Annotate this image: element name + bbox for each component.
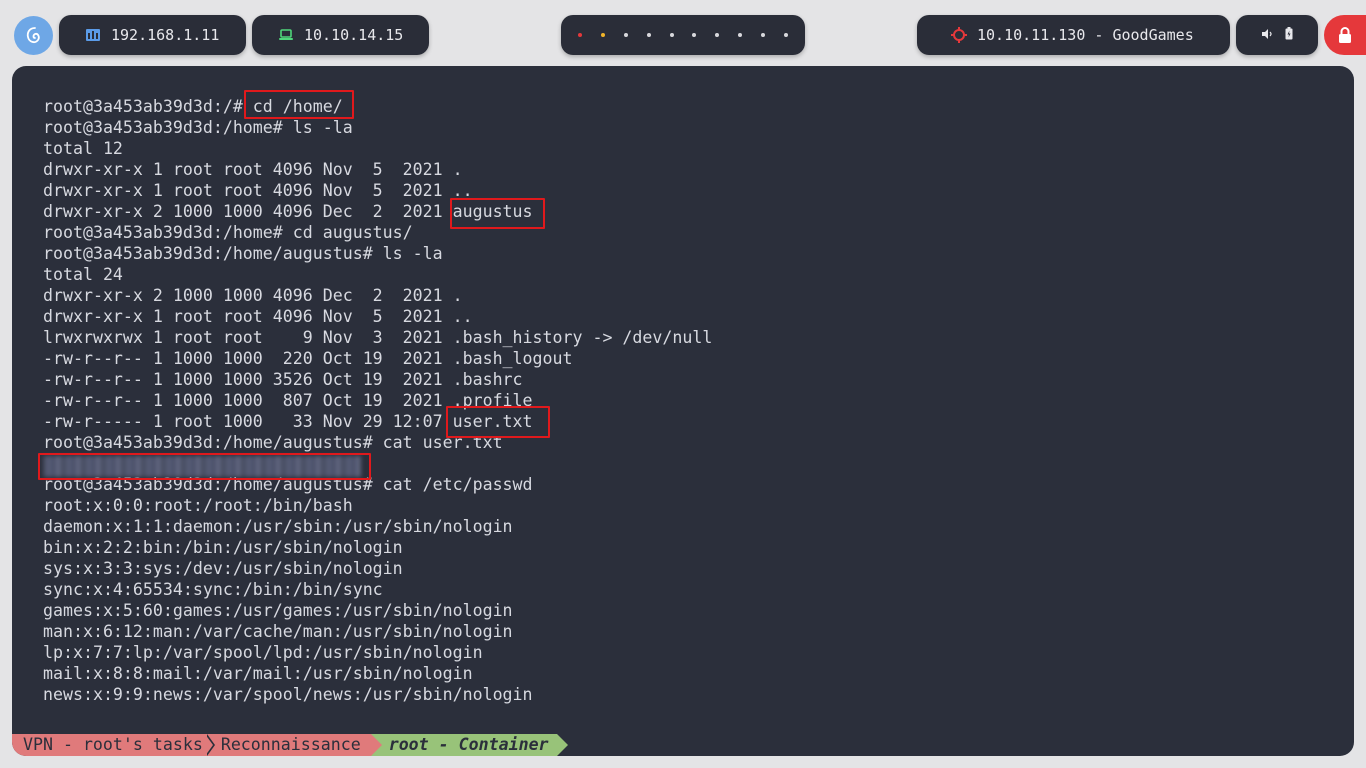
terminal-line: drwxr-xr-x 2 1000 1000 4096 Dec 2 2021 . [43,286,463,305]
workspace-dot[interactable] [578,33,583,37]
workspace-dot[interactable] [760,33,765,37]
highlight-flag [38,453,371,480]
window-tab-label: root - Container [388,735,549,754]
lock-button[interactable] [1324,15,1366,55]
debian-swirl-icon[interactable] [14,16,53,55]
workspace-dot[interactable] [601,33,606,37]
terminal-line: root:x:0:0:root:/root:/bin/bash [43,496,353,515]
target-label: 10.10.11.130 - GoodGames [977,26,1194,44]
terminal-line: root@3a453ab39d3d:/home# cd augustus/ [43,223,413,242]
terminal-line: drwxr-xr-x 1 root root 4096 Nov 5 2021 .… [43,307,473,326]
terminal-line: root@3a453ab39d3d:/# cd /home/ [43,97,343,116]
terminal-line: mail:x:8:8:mail:/var/mail:/usr/sbin/nolo… [43,664,473,683]
terminal-window[interactable]: root@3a453ab39d3d:/# cd /home/root@3a453… [12,66,1354,756]
terminal-line: drwxr-xr-x 1 root root 4096 Nov 5 2021 .… [43,181,473,200]
target-widget[interactable]: 10.10.11.130 - GoodGames [917,15,1230,55]
terminal-line: news:x:9:9:news:/var/spool/news:/usr/sbi… [43,685,533,704]
window-tab-container[interactable]: root - Container [370,734,568,756]
top-bar: 192.168.1.11 10.10.14.15 10.10.11.130 - … [0,0,1366,66]
terminal-line: sync:x:4:65534:sync:/bin:/bin/sync [43,580,383,599]
crosshair-icon [951,27,967,43]
vpn-ip-widget[interactable]: 10.10.14.15 [252,15,429,55]
terminal-line: sys:x:3:3:sys:/dev:/usr/sbin/nologin [43,559,403,578]
highlight-augustus [450,198,545,229]
workspace-dot[interactable] [692,33,697,37]
session-label: VPN - root's tasks [23,735,203,754]
terminal-line: games:x:5:60:games:/usr/games:/usr/sbin/… [43,601,513,620]
terminal-line: root@3a453ab39d3d:/home/augustus# ls -la [43,244,443,263]
workspace-dot[interactable] [783,33,788,37]
local-ip-label: 192.168.1.11 [111,26,220,44]
workspace-dot[interactable] [715,33,720,37]
workspace-dot[interactable] [623,33,628,37]
segment-separator [204,734,213,756]
terminal-line: bin:x:2:2:bin:/bin:/usr/sbin/nologin [43,538,403,557]
laptop-icon [278,29,294,41]
audio-battery-widget[interactable] [1236,15,1318,55]
segment-separator [556,734,568,756]
workspace-dot[interactable] [646,33,651,37]
highlight-user-txt [446,406,550,438]
network-icon [85,28,101,42]
local-ip-widget[interactable]: 192.168.1.11 [59,15,246,55]
terminal-line: root@3a453ab39d3d:/home/augustus# cat us… [43,433,503,452]
terminal-line: -rw-r----- 1 root 1000 33 Nov 29 12:07 u… [43,412,533,431]
terminal-line: man:x:6:12:man:/var/cache/man:/usr/sbin/… [43,622,513,641]
terminal-line: total 12 [43,139,123,158]
segment-separator [370,734,382,756]
terminal-line: lp:x:7:7:lp:/var/spool/lpd:/usr/sbin/nol… [43,643,483,662]
volume-icon[interactable] [1261,26,1273,44]
terminal-output[interactable]: root@3a453ab39d3d:/# cd /home/root@3a453… [43,96,712,705]
window-tab-label: Reconnaissance [220,735,361,754]
tmux-status-line: VPN - root's tasks Reconnaissance root -… [12,734,568,756]
battery-icon [1285,26,1293,44]
window-tab-reconnaissance[interactable]: Reconnaissance [206,734,382,756]
highlight-cd-home [244,90,354,119]
terminal-line: -rw-r--r-- 1 1000 1000 807 Oct 19 2021 .… [43,391,533,410]
terminal-line: daemon:x:1:1:daemon:/usr/sbin:/usr/sbin/… [43,517,513,536]
session-segment[interactable]: VPN - root's tasks [12,734,215,756]
terminal-line: total 24 [43,265,123,284]
vpn-ip-label: 10.10.14.15 [304,26,404,44]
lock-icon [1339,27,1351,43]
terminal-line: drwxr-xr-x 2 1000 1000 4096 Dec 2 2021 a… [43,202,533,221]
terminal-line: -rw-r--r-- 1 1000 1000 3526 Oct 19 2021 … [43,370,523,389]
terminal-line: drwxr-xr-x 1 root root 4096 Nov 5 2021 . [43,160,463,179]
terminal-line: lrwxrwxrwx 1 root root 9 Nov 3 2021 .bas… [43,328,713,347]
terminal-line: root@3a453ab39d3d:/home# ls -la [43,118,353,137]
workspace-switcher[interactable] [561,15,805,55]
debian-swirl-icon-svg [26,26,40,43]
terminal-line: -rw-r--r-- 1 1000 1000 220 Oct 19 2021 .… [43,349,573,368]
workspace-dot[interactable] [669,33,674,37]
workspace-dot[interactable] [737,33,742,37]
